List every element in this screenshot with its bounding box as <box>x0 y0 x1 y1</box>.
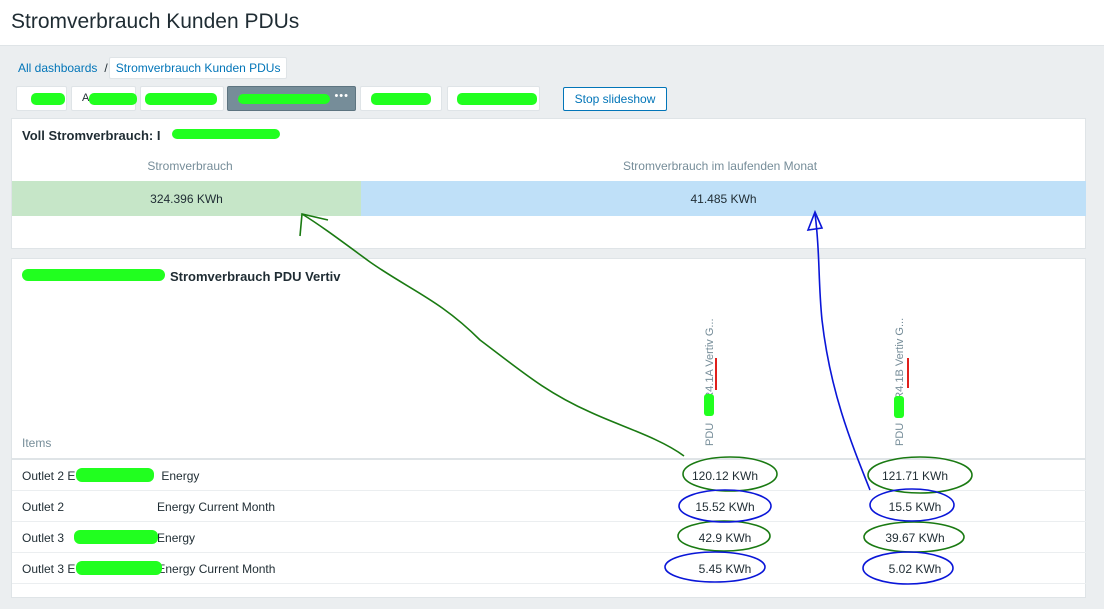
tab-page-5[interactable] <box>360 86 442 111</box>
cell-value: 121.71 KWh <box>881 469 949 483</box>
value-tile-current-month: 41.485 KWh <box>361 181 1086 216</box>
tab-page-3[interactable] <box>140 86 224 111</box>
tile-value: 324.396 KWh <box>150 191 223 206</box>
breadcrumb-separator: / <box>104 60 108 75</box>
tab-page-2[interactable]: A <box>71 86 137 111</box>
column-header-consumption: Stromverbrauch <box>147 159 233 173</box>
table-row: Outlet 3 E Energy Current Month 5.45 KWh … <box>12 553 1086 584</box>
breadcrumb-current[interactable]: Stromverbrauch Kunden PDUs <box>108 56 288 79</box>
redaction-mark <box>172 129 280 139</box>
redaction-mark <box>238 94 330 104</box>
redaction-mark <box>76 468 154 482</box>
breadcrumb: All dashboards / Stromverbrauch Kunden P… <box>12 56 288 79</box>
column-header-suffix: R4.1B Vertiv G... <box>894 317 906 400</box>
cell-value: 42.9 KWh <box>698 531 752 545</box>
column-header-prefix: PDU <box>704 422 716 446</box>
widget-pdu-vertiv: Stromverbrauch PDU Vertiv PDU R4.1A Verti… <box>11 258 1086 598</box>
stop-slideshow-button[interactable]: Stop slideshow <box>563 87 667 111</box>
redaction-mark <box>704 394 714 416</box>
cell-value: 5.45 KWh <box>698 562 752 576</box>
cell-value: 15.52 KWh <box>695 500 755 514</box>
widget-total-consumption: Voll Stromverbrauch: I Stromverbrauch St… <box>11 118 1086 249</box>
redaction-mark <box>76 561 162 575</box>
table-row: Outlet 3 Energy 42.9 KWh 39.67 KWh <box>12 522 1086 553</box>
table-row: Outlet 2 E Energy 120.12 KWh 121.71 KWh <box>12 460 1086 491</box>
redaction-mark <box>371 93 431 105</box>
tile-value: 41.485 KWh <box>690 191 757 206</box>
cell-value: 15.5 KWh <box>888 500 942 514</box>
column-header-suffix: R4.1A Vertiv G... <box>704 318 716 400</box>
redaction-mark <box>457 93 537 105</box>
cell-value: 5.02 KWh <box>888 562 942 576</box>
tab-page-6[interactable] <box>447 86 540 111</box>
redaction-mark <box>145 93 217 105</box>
cell-value: 120.12 KWh <box>691 469 759 483</box>
column-header-current-month: Stromverbrauch im laufenden Monat <box>622 159 818 173</box>
tab-page-1[interactable] <box>16 86 67 111</box>
redaction-mark <box>74 530 158 544</box>
items-column-header: Items <box>22 436 52 450</box>
widget-title: Stromverbrauch PDU Vertiv <box>170 269 341 284</box>
redaction-mark <box>22 269 165 281</box>
tab-more-icon[interactable]: ••• <box>334 90 349 102</box>
column-header-pdu-b: PDU R4.1B Vertiv G... <box>894 318 906 446</box>
row-label: Outlet 2 Energy Current Month <box>22 500 276 514</box>
value-tile-consumption: 324.396 KWh <box>12 181 361 216</box>
widget-title: Voll Stromverbrauch: I <box>22 128 161 143</box>
tab-page-4-active[interactable]: ••• <box>227 86 356 111</box>
column-header-pdu-a: PDU R4.1A Vertiv G... <box>704 318 716 446</box>
cell-value: 39.67 KWh <box>885 531 945 545</box>
redaction-mark <box>89 93 137 105</box>
table-row: Outlet 2 Energy Current Month 15.52 KWh 1… <box>12 491 1086 522</box>
page-title: Stromverbrauch Kunden PDUs <box>11 10 300 33</box>
redaction-mark <box>894 396 904 418</box>
breadcrumb-all-dashboards[interactable]: All dashboards <box>12 61 103 75</box>
column-header-prefix: PDU <box>894 422 906 446</box>
page-header: Stromverbrauch Kunden PDUs <box>0 0 1104 46</box>
redaction-mark <box>31 93 65 105</box>
